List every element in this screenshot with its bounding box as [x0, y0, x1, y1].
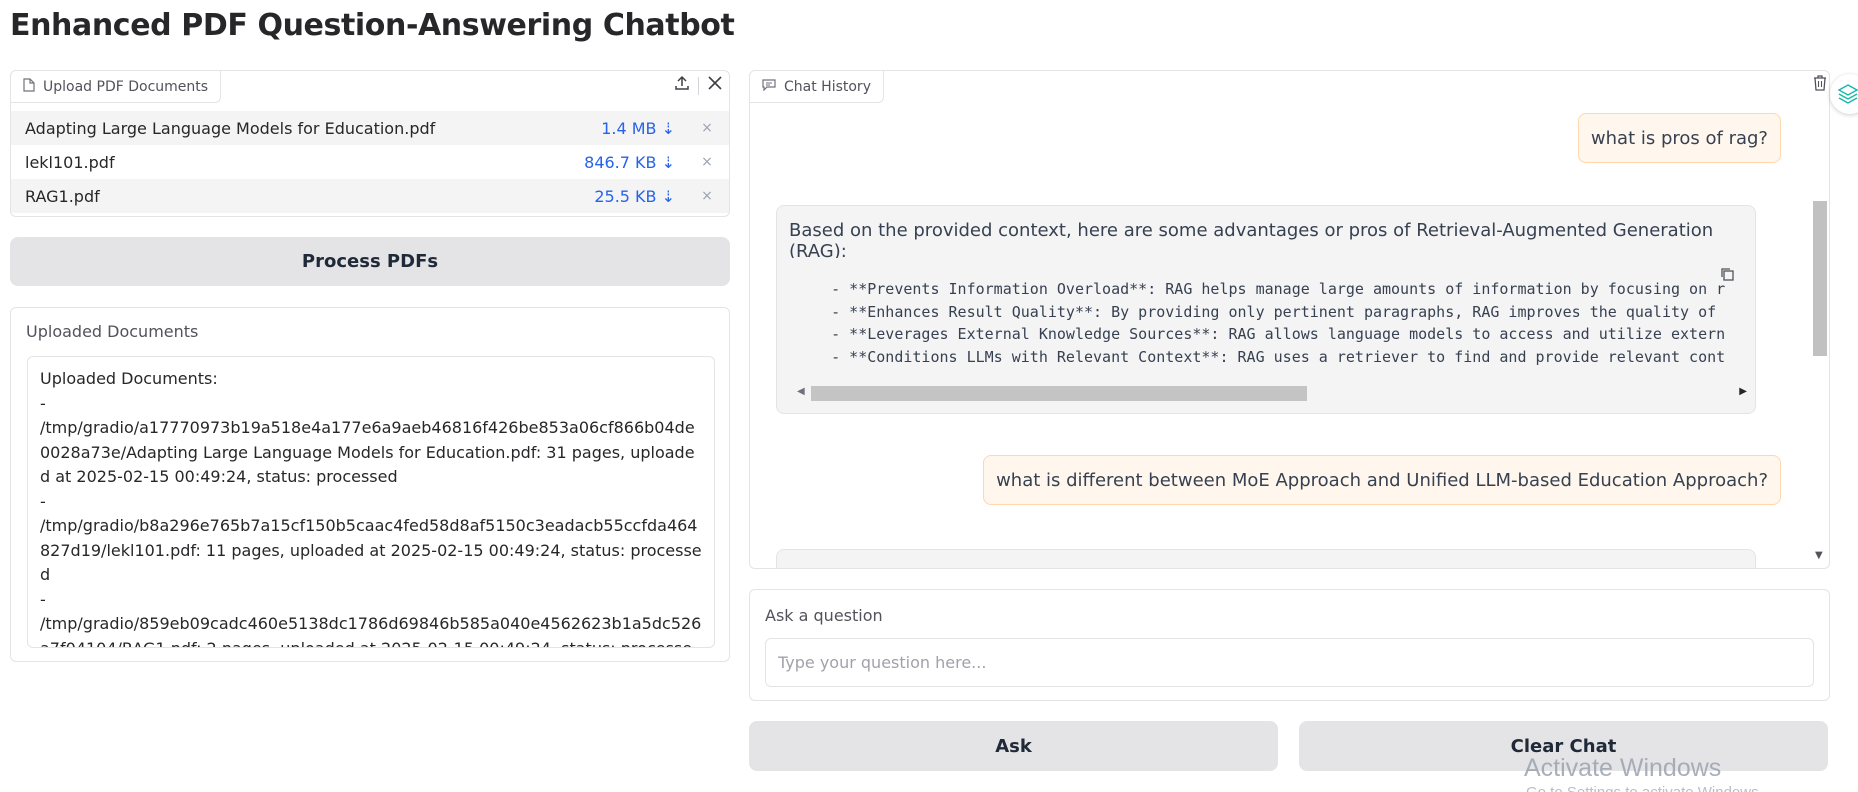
file-row: RAG1.pdf 25.5 KB ⇣ × [11, 179, 729, 213]
file-size-download-link[interactable]: 1.4 MB ⇣ [601, 119, 675, 138]
vertical-scrollbar[interactable]: ▼ [1811, 101, 1827, 561]
horizontal-scrollbar[interactable]: ◀ ▶ [797, 384, 1747, 402]
file-row: lekl101.pdf 846.7 KB ⇣ × [11, 145, 729, 179]
scrollbar-thumb[interactable] [811, 386, 1307, 401]
file-name: Adapting Large Language Models for Educa… [25, 118, 436, 138]
ask-question-label: Ask a question [765, 606, 883, 625]
chat-history-label-text: Chat History [784, 78, 871, 95]
code-block-text: - **Prevents Information Overload**: RAG… [831, 280, 1726, 366]
chat-history-label: Chat History [750, 71, 884, 103]
file-name: RAG1.pdf [25, 186, 100, 206]
layers-icon[interactable] [1830, 74, 1858, 114]
chat-history-block[interactable]: Chat History what is pros of rag? Based … [749, 70, 1830, 569]
trash-icon[interactable] [1813, 75, 1827, 95]
upload-block-label: Upload PDF Documents [11, 71, 222, 103]
copy-icon[interactable] [1719, 266, 1735, 286]
upload-label-text: Upload PDF Documents [43, 78, 209, 95]
upload-actions [674, 75, 723, 96]
file-icon [23, 77, 35, 96]
bot-message: Based on the provided context, here are … [776, 205, 1756, 414]
remove-file-button[interactable]: × [699, 120, 715, 136]
process-pdfs-button[interactable]: Process PDFs [10, 237, 730, 286]
scroll-left-arrow-icon[interactable]: ◀ [797, 386, 805, 397]
ask-button[interactable]: Ask [749, 721, 1278, 771]
question-input[interactable] [765, 638, 1814, 687]
bot-message-partial [776, 549, 1756, 568]
uploaded-documents-block: Uploaded Documents Uploaded Documents: -… [10, 307, 730, 662]
windows-activation-watermark: Activate Windows [1524, 754, 1722, 782]
page-title: Enhanced PDF Question-Answering Chatbot [10, 8, 735, 43]
user-message: what is pros of rag? [1577, 113, 1781, 163]
remove-file-button[interactable]: × [699, 154, 715, 170]
file-list: Adapting Large Language Models for Educa… [11, 111, 729, 213]
upload-icon[interactable] [674, 75, 690, 96]
remove-file-button[interactable]: × [699, 188, 715, 204]
file-size-download-link[interactable]: 25.5 KB ⇣ [594, 187, 675, 206]
scroll-down-arrow-icon[interactable]: ▼ [1815, 550, 1823, 561]
uploaded-documents-textbox[interactable]: Uploaded Documents: - /tmp/gradio/a17770… [27, 356, 715, 648]
bot-message-intro: Based on the provided context, here are … [789, 220, 1714, 262]
divider [698, 76, 699, 95]
chat-icon [762, 78, 776, 95]
file-name: lekl101.pdf [25, 152, 115, 172]
user-message: what is different between MoE Approach a… [983, 455, 1781, 505]
file-row: Adapting Large Language Models for Educa… [11, 111, 729, 145]
scroll-right-arrow-icon[interactable]: ▶ [1739, 386, 1747, 397]
scrollbar-thumb[interactable] [1813, 201, 1827, 356]
close-icon[interactable] [707, 75, 723, 96]
code-block: - **Prevents Information Overload**: RAG… [783, 258, 1749, 402]
ask-question-block: Ask a question [749, 589, 1830, 701]
upload-pdf-block[interactable]: Upload PDF Documents Adapting Large Lang… [10, 70, 730, 217]
file-size-download-link[interactable]: 846.7 KB ⇣ [584, 153, 675, 172]
uploaded-documents-label: Uploaded Documents [26, 322, 199, 341]
windows-activation-watermark-subtitle: Go to Settings to activate Windows. [1526, 784, 1763, 792]
